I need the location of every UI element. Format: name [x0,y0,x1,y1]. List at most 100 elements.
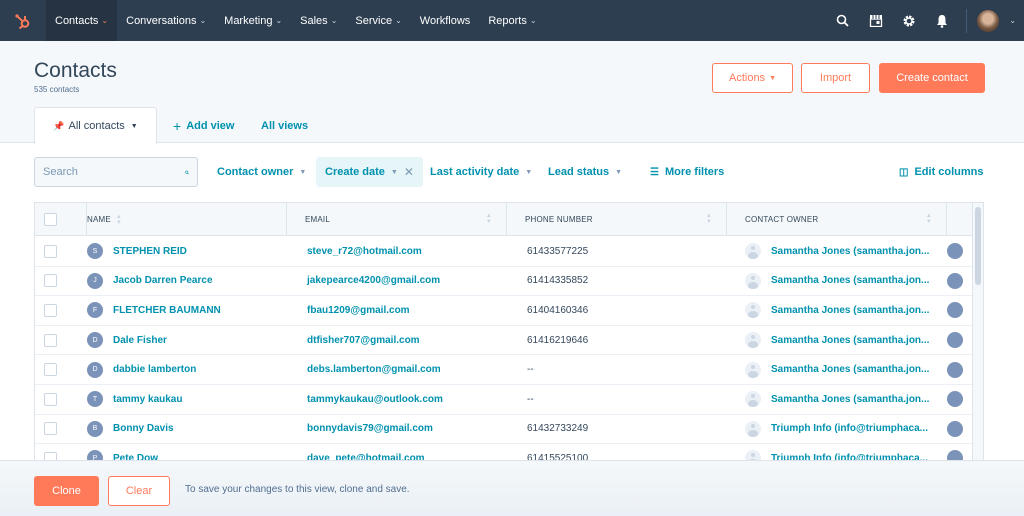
clone-button[interactable]: Clone [34,476,99,506]
contact-email-link[interactable]: tammykaukau@outlook.com [307,394,443,405]
column-header-name[interactable]: NAME ▲ ▼ [87,203,287,236]
contact-name-link[interactable]: Bonny Davis [113,423,174,434]
extra-cell [947,267,973,296]
nav-conversations[interactable]: Conversations ⌄ [117,0,215,41]
nav-workflows[interactable]: Workflows [411,0,480,41]
table-row[interactable]: F FLETCHER BAUMANN fbau1209@gmail.com 61… [35,296,973,326]
import-button[interactable]: Import [801,63,870,93]
filter-label: Last activity date [430,166,520,178]
email-cell: fbau1209@gmail.com [287,296,507,325]
clear-button[interactable]: Clear [108,476,170,506]
edit-columns-button[interactable]: ◫ Edit columns [899,157,984,187]
chevron-down-icon[interactable]: ⌄ [1009,16,1016,25]
contact-owner-link[interactable]: Samantha Jones (samantha.jon... [771,335,929,346]
contact-name-link[interactable]: STEPHEN REID [113,246,187,257]
row-checkbox[interactable] [44,274,57,288]
user-avatar[interactable] [977,9,1000,32]
contact-email-link[interactable]: fbau1209@gmail.com [307,305,410,316]
tab-all-contacts[interactable]: 📌 All contacts ▼ [34,107,157,144]
contact-name-link[interactable]: tammy kaukau [113,394,182,405]
contact-owner-link[interactable]: Samantha Jones (samantha.jon... [771,305,929,316]
contact-owner-link[interactable]: Triumph Info (info@triumphaca... [771,423,928,434]
row-checkbox[interactable] [44,392,57,406]
contact-email-link[interactable]: dtfisher707@gmail.com [307,335,420,346]
name-cell: B Bonny Davis [87,415,287,444]
contact-owner-link[interactable]: Samantha Jones (samantha.jon... [771,246,929,257]
hubspot-logo[interactable] [0,0,46,41]
nav-reports[interactable]: Reports ⌄ [479,0,545,41]
row-checkbox[interactable] [44,244,57,258]
scrollbar-thumb[interactable] [975,207,981,285]
table-row[interactable]: J Jacob Darren Pearce jakepearce4200@gma… [35,267,973,297]
owner-avatar-icon [745,302,761,319]
table-row[interactable]: D Dale Fisher dtfisher707@gmail.com 6141… [35,326,973,356]
column-header-email[interactable]: EMAIL ▲ ▼ [287,203,507,236]
actions-button[interactable]: Actions ▼ [712,63,793,93]
create-contact-button[interactable]: Create contact [879,63,985,93]
add-view-button[interactable]: + Add view [173,107,234,144]
row-checkbox[interactable] [44,422,57,436]
contact-phone: 61416219646 [527,334,589,346]
lead-status-filter[interactable]: Lead status ▼ [548,157,622,187]
chevron-down-icon: ⌄ [529,16,537,25]
create-date-filter[interactable]: Create date ▼ ✕ [316,157,423,187]
table-row[interactable]: S STEPHEN REID steve_r72@hotmail.com 614… [35,237,973,267]
pin-icon: 📌 [53,120,65,131]
contact-name-link[interactable]: dabbie lamberton [113,364,196,375]
search-icon [185,170,189,174]
nav-service[interactable]: Service ⌄ [346,0,410,41]
column-header-phone[interactable]: PHONE NUMBER ▲ ▼ [507,203,727,236]
row-checkbox[interactable] [44,363,57,377]
contact-name-link[interactable]: FLETCHER BAUMANN [113,305,221,316]
contact-email-link[interactable]: jakepearce4200@gmail.com [307,275,440,286]
contact-name-link[interactable]: Jacob Darren Pearce [113,275,213,286]
chevron-down-icon: ⌄ [395,16,402,25]
marketplace-button[interactable] [859,0,892,41]
contact-owner-filter[interactable]: Contact owner ▼ [217,157,306,187]
name-cell: S STEPHEN REID [87,237,287,266]
table-row[interactable]: D dabbie lamberton debs.lamberton@gmail.… [35,355,973,385]
avatar-initial: F [92,306,98,314]
row-select-cell [35,355,87,384]
last-activity-date-filter[interactable]: Last activity date ▼ [430,157,532,187]
contact-email-link[interactable]: bonnydavis79@gmail.com [307,423,433,434]
row-select-cell [35,296,87,325]
name-cell: J Jacob Darren Pearce [87,267,287,296]
avatar-icon [947,332,963,349]
email-cell: bonnydavis79@gmail.com [287,415,507,444]
filter-label: Contact owner [217,166,294,178]
all-views-link[interactable]: All views [261,107,308,144]
nav-sales[interactable]: Sales ⌄ [291,0,346,41]
avatar-icon [947,243,963,260]
caret-down-icon: ▼ [525,168,533,176]
row-checkbox[interactable] [44,333,57,347]
close-icon[interactable]: ✕ [404,165,414,179]
row-checkbox[interactable] [44,303,57,317]
column-header-contact-owner[interactable]: CONTACT OWNER ▲ ▼ [727,203,947,236]
settings-button[interactable] [892,0,925,41]
notifications-button[interactable] [925,0,958,41]
nav-label: Contacts [55,14,99,27]
contact-owner-link[interactable]: Samantha Jones (samantha.jon... [771,275,929,286]
filter-label: More filters [664,166,725,178]
contact-email-link[interactable]: debs.lamberton@gmail.com [307,364,441,375]
nav-contacts[interactable]: Contacts ⌄ [46,0,118,41]
search-input[interactable] [43,166,185,178]
nav-marketing[interactable]: Marketing ⌄ [215,0,291,41]
avatar-initial: S [92,247,98,255]
select-all-checkbox[interactable] [44,213,57,226]
search-button[interactable] [826,0,859,41]
contact-name-link[interactable]: Dale Fisher [113,335,167,346]
contact-owner-link[interactable]: Samantha Jones (samantha.jon... [771,394,929,405]
avatar-initial: J [93,277,97,285]
nav-utilities: ⌄ [826,0,1024,41]
table-row[interactable]: T tammy kaukau tammykaukau@outlook.com -… [35,385,973,415]
contact-owner-link[interactable]: Samantha Jones (samantha.jon... [771,364,929,375]
more-filters-button[interactable]: ☰ More filters [650,157,724,187]
table-scrollbar[interactable] [972,203,983,461]
table-row[interactable]: B Bonny Davis bonnydavis79@gmail.com 614… [35,415,973,445]
search-field[interactable] [34,157,198,187]
contact-email-link[interactable]: steve_r72@hotmail.com [307,246,422,257]
name-cell: D dabbie lamberton [87,355,287,384]
contacts-table: NAME ▲ ▼ EMAIL ▲ ▼ PHONE NUMBER ▲ ▼ CONTACT… [34,202,984,462]
